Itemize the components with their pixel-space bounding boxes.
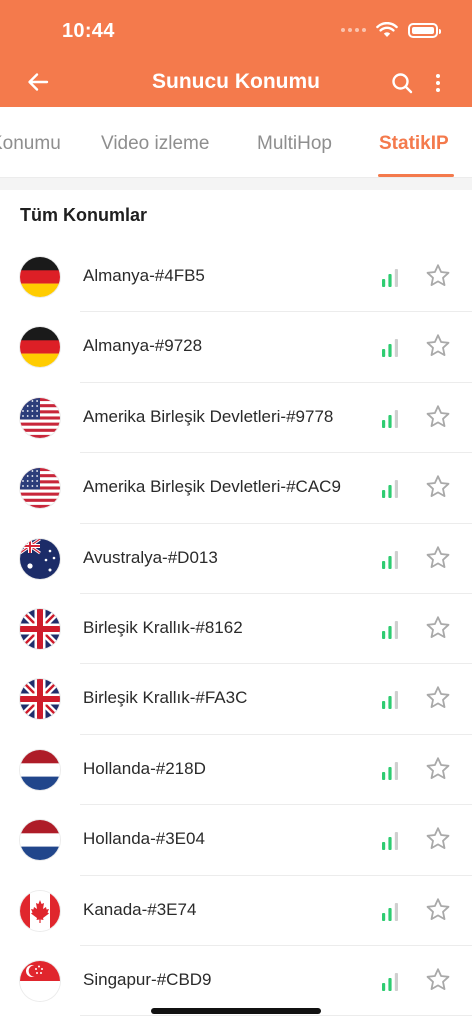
- uk-flag-icon: [20, 608, 60, 649]
- cellular-signal-icon: [341, 28, 366, 32]
- location-row[interactable]: Birleşik Krallık-#8162: [0, 594, 472, 665]
- signal-strength-icon: [381, 267, 401, 287]
- signal-strength-icon: [381, 901, 401, 921]
- tab-video[interactable]: Video izleme: [101, 133, 209, 155]
- active-tab-indicator: [378, 174, 454, 177]
- section-divider: [0, 178, 472, 190]
- favorite-star-icon[interactable]: [424, 614, 452, 642]
- germany-flag-icon: [20, 327, 60, 368]
- search-button[interactable]: [388, 69, 416, 97]
- signal-strength-icon: [381, 549, 401, 569]
- more-options-button[interactable]: [430, 69, 446, 97]
- location-row[interactable]: Birleşik Krallık-#FA3C: [0, 664, 472, 736]
- wifi-icon: [376, 22, 398, 37]
- location-row[interactable]: Almanya-#4FB5: [0, 242, 472, 313]
- canada-flag-icon: [20, 890, 60, 931]
- battery-icon: [408, 22, 441, 38]
- location-list: Almanya-#4FB5 Almanya-#9728 Amerika Birleş…: [0, 242, 472, 1017]
- favorite-star-icon[interactable]: [424, 332, 452, 360]
- location-label: Kanada-#3E74: [83, 899, 197, 919]
- status-bar: 10:44: [0, 0, 472, 58]
- location-label: Almanya-#9728: [83, 336, 203, 356]
- favorite-star-icon[interactable]: [424, 403, 452, 431]
- favorite-star-icon[interactable]: [424, 825, 452, 853]
- status-time: 10:44: [62, 20, 115, 42]
- location-row[interactable]: Almanya-#9728: [0, 312, 472, 384]
- location-row[interactable]: Kanada-#3E74: [0, 876, 472, 947]
- favorite-star-icon[interactable]: [424, 966, 452, 994]
- location-label: Avustralya-#D013: [83, 547, 218, 567]
- usa-flag-icon: [20, 468, 60, 509]
- location-label: Hollanda-#3E04: [83, 829, 205, 849]
- singapore-flag-icon: [20, 960, 60, 1001]
- signal-strength-icon: [381, 408, 401, 428]
- location-label: Hollanda-#218D: [83, 758, 206, 778]
- location-label: Amerika Birleşik Devletleri-#9778: [83, 406, 334, 426]
- australia-flag-icon: [20, 538, 60, 579]
- location-row[interactable]: Singapur-#CBD9: [0, 946, 472, 1017]
- location-label: Birleşik Krallık-#FA3C: [83, 688, 248, 708]
- location-label: Birleşik Krallık-#8162: [83, 617, 243, 637]
- tab-konumu[interactable]: Konumu: [0, 133, 61, 155]
- usa-flag-icon: [20, 397, 60, 438]
- signal-strength-icon: [381, 971, 401, 991]
- location-row[interactable]: Avustralya-#D013: [0, 524, 472, 595]
- section-title: Tüm Konumlar: [20, 205, 148, 225]
- tab-multihop[interactable]: MultiHop: [257, 133, 332, 155]
- more-dot-icon: [436, 88, 440, 92]
- location-label: Amerika Birleşik Devletleri-#CAC9: [83, 477, 341, 497]
- location-label: Singapur-#CBD9: [83, 969, 212, 989]
- signal-strength-icon: [381, 619, 401, 639]
- favorite-star-icon[interactable]: [424, 544, 452, 572]
- more-dot-icon: [436, 74, 440, 78]
- netherlands-flag-icon: [20, 749, 60, 790]
- signal-strength-icon: [381, 830, 401, 851]
- nav-bar: Sunucu Konumu: [0, 58, 472, 107]
- location-row[interactable]: Amerika Birleşik Devletleri-#9778: [0, 383, 472, 454]
- favorite-star-icon[interactable]: [424, 473, 452, 501]
- status-icons: [341, 22, 441, 38]
- location-row[interactable]: Amerika Birleşik Devletleri-#CAC9: [0, 453, 472, 524]
- more-dot-icon: [436, 81, 440, 85]
- signal-strength-icon: [381, 760, 401, 780]
- location-row[interactable]: Hollanda-#3E04: [0, 805, 472, 876]
- location-label: Almanya-#4FB5: [83, 266, 205, 285]
- signal-strength-icon: [381, 478, 401, 499]
- category-tabs: Konumu Video izleme MultiHop StatikIP: [0, 107, 472, 178]
- germany-flag-icon: [20, 257, 60, 297]
- app-header: 10:44 Sunucu Konumu: [0, 0, 472, 107]
- uk-flag-icon: [20, 679, 60, 720]
- home-indicator[interactable]: [151, 1008, 321, 1014]
- netherlands-flag-icon: [20, 820, 60, 861]
- favorite-star-icon[interactable]: [424, 755, 452, 783]
- favorite-star-icon[interactable]: [424, 684, 452, 712]
- location-row[interactable]: Hollanda-#218D: [0, 735, 472, 806]
- favorite-star-icon[interactable]: [424, 262, 452, 290]
- favorite-star-icon[interactable]: [424, 896, 452, 924]
- signal-strength-icon: [381, 337, 401, 358]
- search-icon: [392, 73, 413, 94]
- signal-strength-icon: [381, 689, 401, 710]
- tab-statikip[interactable]: StatikIP: [379, 133, 449, 155]
